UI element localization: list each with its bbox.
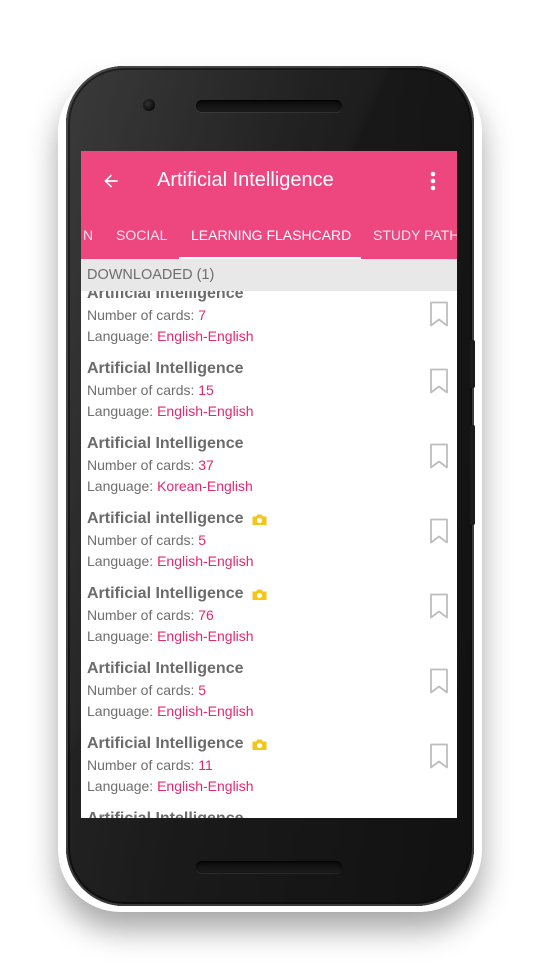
top-speaker (196, 100, 342, 112)
list-item[interactable]: Artificial Intelligence Number of cards:… (81, 291, 457, 360)
item-title: Artificial Intelligence (87, 810, 243, 818)
tab-social[interactable]: SOCIAL (116, 211, 167, 259)
stage: Artificial Intelligence N SOCIAL LEARNIN… (0, 0, 541, 966)
back-button[interactable] (97, 167, 125, 195)
item-title: Artificial intelligence (87, 510, 268, 528)
item-title: Artificial Intelligence (87, 291, 244, 302)
volume-button (470, 425, 475, 525)
item-title: Artificial Intelligence (87, 360, 244, 377)
bookmark-icon[interactable] (429, 743, 449, 769)
front-camera (143, 99, 155, 111)
item-title: Artificial Intelligence (87, 660, 244, 677)
camera-icon (252, 589, 267, 600)
tab-study-path[interactable]: STUDY PATH (373, 211, 457, 259)
card-count: Number of cards: 37 (87, 457, 214, 473)
list-item[interactable]: Artificial Intelligence Number of cards:… (81, 435, 457, 510)
item-title: Artificial Intelligence (87, 585, 268, 603)
tab-bar: N SOCIAL LEARNING FLASHCARD STUDY PATH (81, 211, 457, 259)
language: Language: Korean-English (87, 478, 253, 494)
card-count: Number of cards: 5 (87, 532, 207, 548)
bookmark-icon[interactable] (429, 518, 449, 544)
flashcard-list[interactable]: Artificial Intelligence Number of cards:… (81, 291, 457, 818)
list-item[interactable]: Artificial intelligence Number of cards:… (81, 510, 457, 585)
bookmark-icon[interactable] (429, 668, 449, 694)
card-count: Number of cards: 76 (87, 607, 214, 623)
card-count: Number of cards: 7 (87, 307, 207, 323)
bookmark-icon[interactable] (429, 593, 449, 619)
language: Language: English-English (87, 553, 254, 569)
arrow-back-icon (104, 174, 118, 188)
language: Language: English-English (87, 778, 254, 794)
language: Language: English-English (87, 328, 254, 344)
tab-learning-flashcard[interactable]: LEARNING FLASHCARD (191, 211, 351, 259)
page-title: Artificial Intelligence (157, 169, 334, 191)
card-count: Number of cards: 15 (87, 382, 214, 398)
list-item[interactable]: Artificial Intelligence Number of cards:… (81, 735, 457, 810)
language: Language: English-English (87, 403, 254, 419)
card-count: Number of cards: 5 (87, 682, 207, 698)
bookmark-icon[interactable] (429, 301, 449, 327)
overflow-menu-button[interactable] (421, 167, 445, 195)
app-screen: Artificial Intelligence N SOCIAL LEARNIN… (81, 151, 457, 818)
more-vert-icon (430, 171, 436, 191)
item-title: Artificial Intelligence (87, 735, 268, 753)
list-item[interactable]: Artificial Intelligence (81, 810, 457, 818)
app-bar: Artificial Intelligence N SOCIAL LEARNIN… (81, 151, 457, 259)
language: Language: English-English (87, 703, 254, 719)
list-item[interactable]: Artificial Intelligence Number of cards:… (81, 360, 457, 435)
language: Language: English-English (87, 628, 254, 644)
bookmark-icon[interactable] (429, 443, 449, 469)
camera-icon (252, 739, 267, 750)
list-item[interactable]: Artificial Intelligence Number of cards:… (81, 585, 457, 660)
bottom-speaker (196, 861, 342, 873)
item-title: Artificial Intelligence (87, 435, 244, 452)
section-header: DOWNLOADED (1) (81, 259, 457, 291)
camera-icon (252, 514, 267, 525)
list-item[interactable]: Artificial Intelligence Number of cards:… (81, 660, 457, 735)
tab-partial[interactable]: N (83, 211, 93, 259)
card-count: Number of cards: 11 (87, 757, 213, 773)
bookmark-icon[interactable] (429, 368, 449, 394)
power-button (470, 340, 475, 388)
